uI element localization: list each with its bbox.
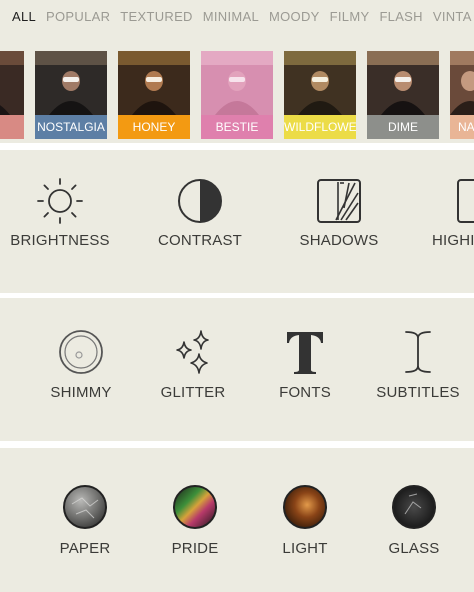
tab-all[interactable]: ALL bbox=[12, 9, 36, 24]
highlights-tool[interactable]: HIGHI bbox=[428, 176, 474, 249]
filter-thumbnail[interactable]: R bbox=[0, 51, 24, 139]
filter-category-tabs: ALL POPULAR TEXTURED MINIMAL MOODY FILMY FLASH… bbox=[12, 9, 474, 24]
filters-panel: ALL POPULAR TEXTURED MINIMAL MOODY FILMY FLASH… bbox=[0, 0, 474, 143]
shadows-label: SHADOWS bbox=[299, 232, 379, 249]
filter-preview-image bbox=[450, 51, 474, 115]
pride-label: PRIDE bbox=[171, 540, 219, 557]
shadows-tool[interactable]: SHADOWS bbox=[284, 176, 394, 249]
filter-thumbnail[interactable]: WILDFLOWER bbox=[284, 51, 356, 139]
glass-texture-icon bbox=[392, 485, 436, 529]
filter-preview-image bbox=[284, 51, 356, 115]
filter-thumbnail[interactable]: DIME bbox=[367, 51, 439, 139]
prism-texture-icon bbox=[173, 485, 217, 529]
fonts-tool[interactable]: FONTS bbox=[260, 328, 350, 401]
contrast-icon bbox=[178, 179, 222, 223]
filter-label: BESTIE bbox=[201, 115, 273, 139]
filter-thumbnail[interactable]: HONEY bbox=[118, 51, 190, 139]
filter-preview-image bbox=[201, 51, 273, 115]
filter-label: HONEY bbox=[118, 115, 190, 139]
highlights-label: HIGHI bbox=[432, 232, 474, 249]
tab-filmy[interactable]: FILMY bbox=[330, 9, 370, 24]
light-leak-icon bbox=[283, 485, 327, 529]
filter-label: NA bbox=[450, 115, 474, 139]
filter-thumbnail[interactable]: BESTIE bbox=[201, 51, 273, 139]
highlights-icon bbox=[457, 179, 474, 223]
subtitles-label: SUBTITLES bbox=[376, 384, 460, 401]
fonts-label: FONTS bbox=[279, 384, 331, 401]
glitter-tool[interactable]: GLITTER bbox=[148, 328, 238, 401]
light-tool[interactable]: LIGHT bbox=[260, 484, 350, 557]
subtitles-tool[interactable]: SUBTITLES bbox=[372, 328, 464, 401]
tab-vintage[interactable]: VINTA bbox=[433, 9, 472, 24]
pride-tool[interactable]: PRIDE bbox=[150, 484, 240, 557]
sparkles-icon bbox=[176, 330, 209, 374]
shimmy-label: SHIMMY bbox=[50, 384, 112, 401]
tab-textured[interactable]: TEXTURED bbox=[120, 9, 192, 24]
filter-preview-image bbox=[35, 51, 107, 115]
filter-preview-image bbox=[0, 51, 24, 115]
overlays-tools-panel: PAPER PRIDE LIGHT GLASS bbox=[0, 448, 474, 592]
filter-label: WILDFLOWER bbox=[284, 115, 356, 139]
filter-preview-image bbox=[118, 51, 190, 115]
glass-tool[interactable]: GLASS bbox=[369, 484, 459, 557]
text-cursor-icon bbox=[405, 331, 431, 373]
glass-label: GLASS bbox=[388, 540, 440, 557]
paper-tool[interactable]: PAPER bbox=[40, 484, 130, 557]
shimmy-tool[interactable]: SHIMMY bbox=[36, 328, 126, 401]
contrast-tool[interactable]: CONTRAST bbox=[143, 176, 257, 249]
paper-texture-icon bbox=[63, 485, 107, 529]
brightness-tool[interactable]: BRIGHTNESS bbox=[2, 176, 118, 249]
tab-flash[interactable]: FLASH bbox=[379, 9, 422, 24]
adjust-tools-panel: BRIGHTNESS CONTRAST SHADOWS HIGHI bbox=[0, 150, 474, 293]
filter-thumbnail[interactable]: NA bbox=[450, 51, 474, 139]
tab-popular[interactable]: POPULAR bbox=[46, 9, 110, 24]
filter-preview-image bbox=[367, 51, 439, 115]
shadows-icon bbox=[317, 179, 361, 223]
serif-t-icon bbox=[287, 332, 323, 374]
filter-label: NOSTALGIA bbox=[35, 115, 107, 139]
tab-moody[interactable]: MOODY bbox=[269, 9, 320, 24]
filter-thumbnail[interactable]: NOSTALGIA bbox=[35, 51, 107, 139]
brightness-label: BRIGHTNESS bbox=[10, 232, 110, 249]
filter-label: DIME bbox=[367, 115, 439, 139]
shimmy-icon bbox=[59, 330, 103, 374]
effects-tools-panel: SHIMMY GLITTER FONTS SUBTITLES bbox=[0, 298, 474, 441]
filter-label: R bbox=[0, 115, 24, 139]
glitter-label: GLITTER bbox=[160, 384, 226, 401]
paper-label: PAPER bbox=[59, 540, 111, 557]
light-label: LIGHT bbox=[282, 540, 328, 557]
tab-minimal[interactable]: MINIMAL bbox=[203, 9, 259, 24]
sun-icon bbox=[37, 178, 83, 224]
contrast-label: CONTRAST bbox=[157, 232, 243, 249]
